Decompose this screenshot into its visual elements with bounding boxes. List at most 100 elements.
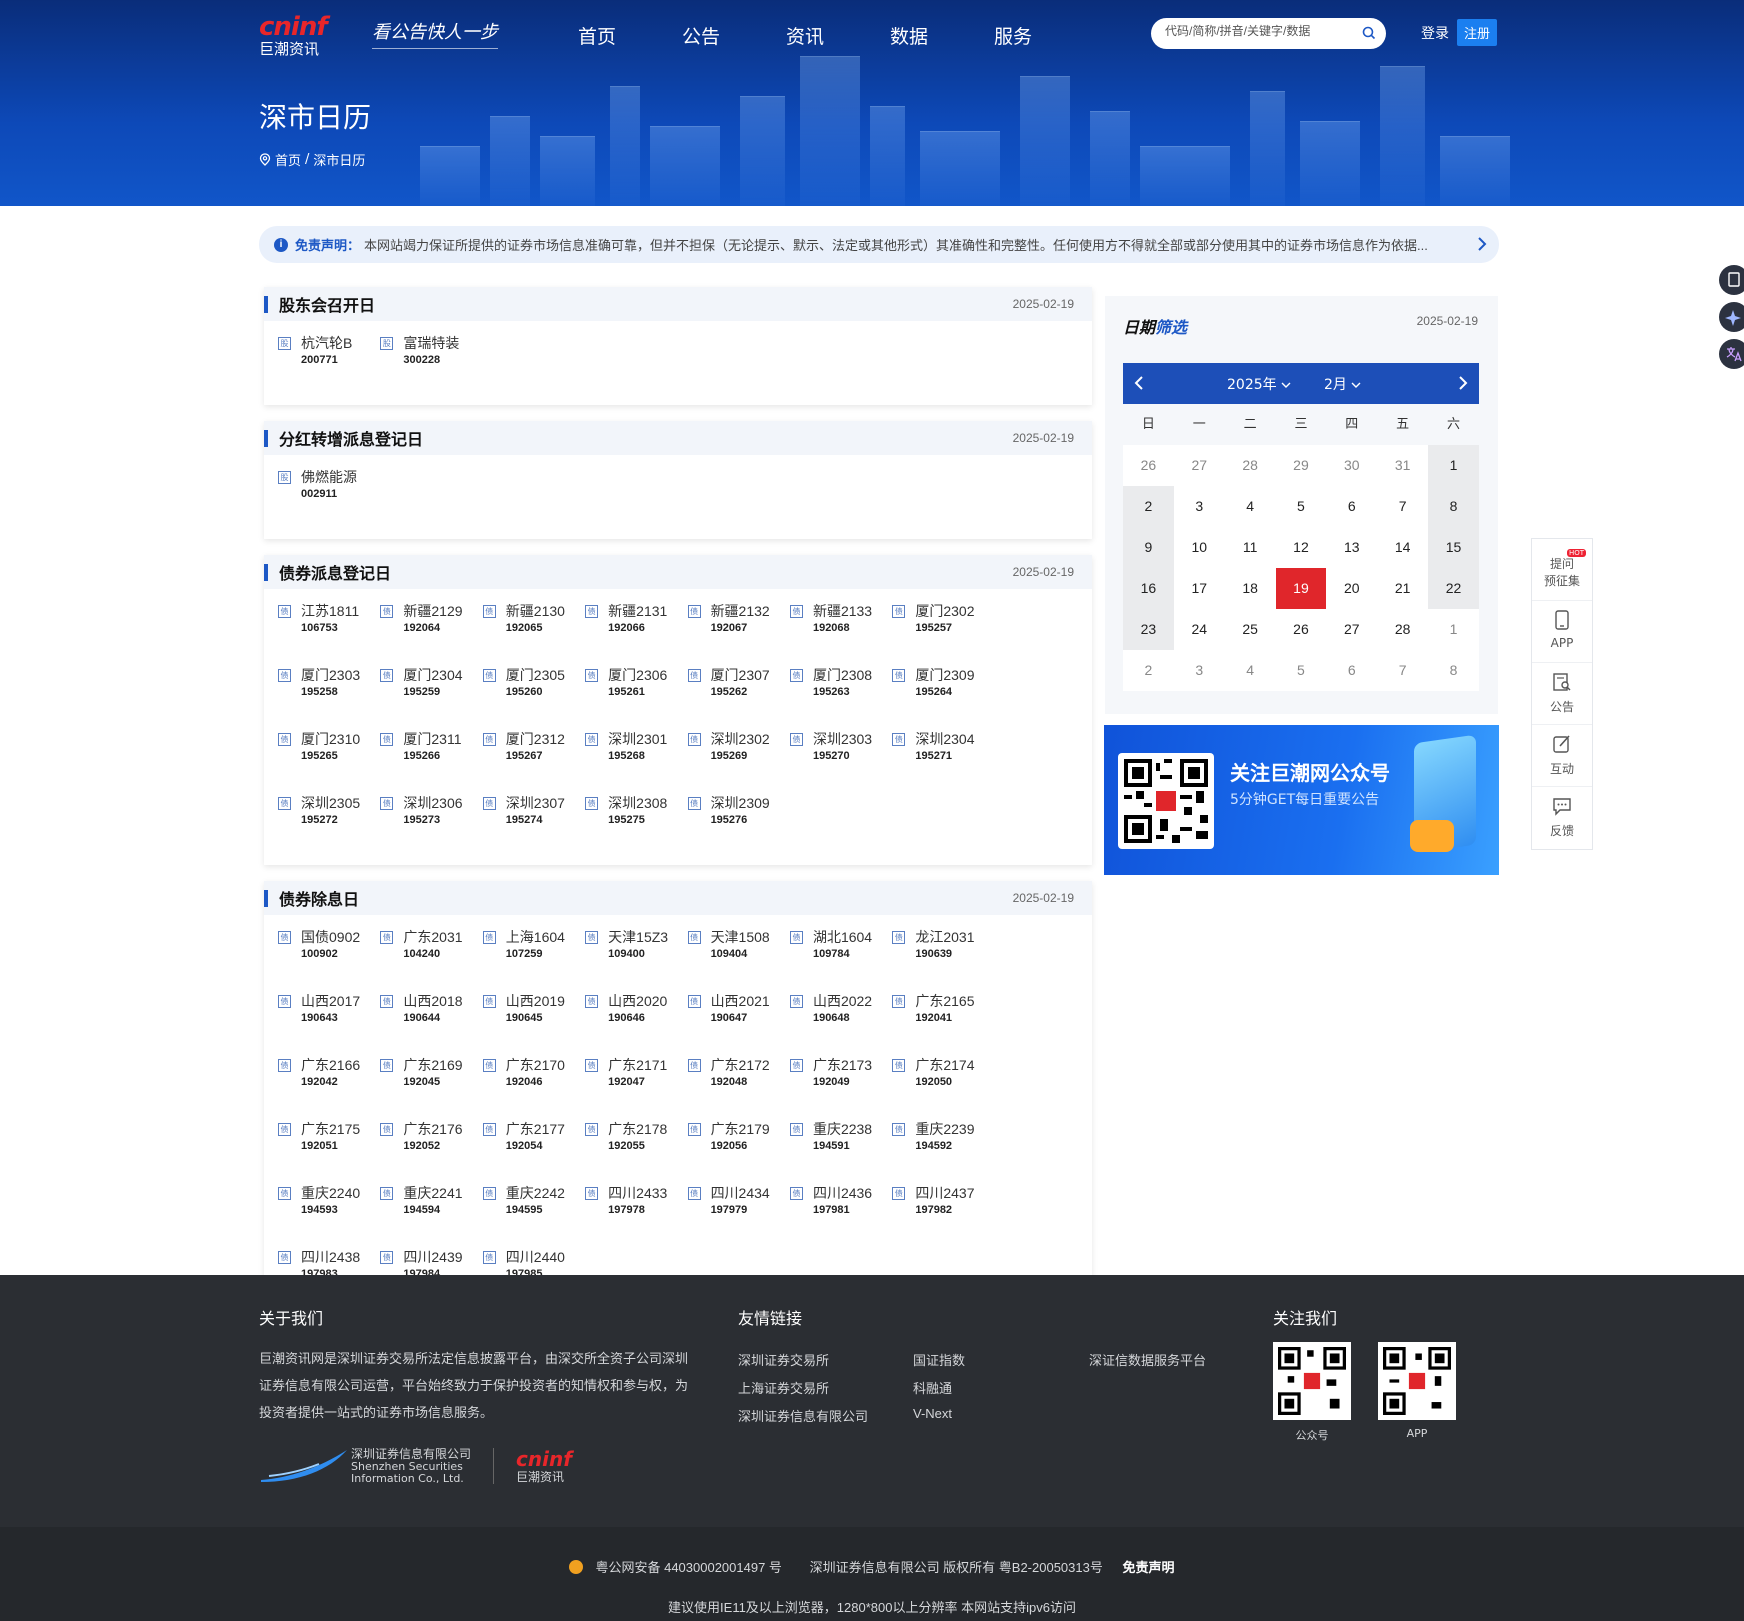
security-item[interactable]: 债四川2436 197981 — [789, 1183, 892, 1247]
security-item[interactable]: 债广东2177 192054 — [482, 1119, 585, 1183]
tool-app[interactable]: APP — [1532, 601, 1592, 663]
calendar-day[interactable]: 8 — [1428, 650, 1479, 691]
nav-announcements[interactable]: 公告 — [682, 22, 786, 49]
calendar-day[interactable]: 15 — [1428, 527, 1479, 568]
calendar-day[interactable]: 17 — [1173, 568, 1225, 609]
footer-link-cni[interactable]: 国证指数 — [913, 1350, 965, 1369]
security-item[interactable]: 债广东2170 192046 — [482, 1055, 585, 1119]
calendar-day[interactable]: 29 — [1275, 445, 1327, 486]
chevron-right-icon[interactable] — [1457, 375, 1469, 391]
security-item[interactable]: 债广东2179 192056 — [687, 1119, 790, 1183]
security-item[interactable]: 债厦门2309 195264 — [892, 665, 994, 729]
year-select[interactable]: 2025年 — [1227, 374, 1291, 394]
calendar-day[interactable]: 13 — [1326, 527, 1378, 568]
tool-interaction[interactable]: 互动 — [1532, 725, 1592, 787]
security-item[interactable]: 债广东2178 192055 — [585, 1119, 687, 1183]
security-item[interactable]: 债重庆2242 194595 — [482, 1183, 585, 1247]
security-item[interactable]: 股佛燃能源 002911 — [278, 467, 380, 531]
security-item[interactable]: 债广东2175 192051 — [278, 1119, 380, 1183]
chevron-left-icon[interactable] — [1133, 375, 1145, 391]
security-item[interactable]: 债厦门2303 195258 — [278, 665, 380, 729]
security-item[interactable]: 债新疆2133 192068 — [789, 601, 892, 665]
calendar-day[interactable]: 7 — [1377, 650, 1429, 691]
security-item[interactable]: 债厦门2312 195267 — [482, 729, 585, 793]
calendar-day[interactable]: 26 — [1123, 445, 1174, 486]
security-item[interactable]: 债湖北1604 109784 — [789, 927, 892, 991]
security-item[interactable]: 债广东2173 192049 — [789, 1055, 892, 1119]
security-item[interactable]: 债深圳2306 195273 — [380, 793, 482, 857]
calendar-day[interactable]: 26 — [1275, 609, 1327, 650]
security-item[interactable]: 债天津1508 109404 — [687, 927, 790, 991]
calendar-day[interactable]: 7 — [1377, 486, 1429, 527]
calendar-day[interactable]: 1 — [1428, 609, 1479, 650]
icp-record[interactable]: 粤公网安备 44030002001497 号 — [595, 1560, 781, 1575]
footer-link-ssi[interactable]: 深圳证券信息有限公司 — [738, 1406, 868, 1425]
calendar-day[interactable]: 8 — [1428, 486, 1479, 527]
calendar-day[interactable]: 5 — [1275, 486, 1327, 527]
security-item[interactable]: 债山西2021 190647 — [687, 991, 790, 1055]
security-item[interactable]: 债山西2019 190645 — [482, 991, 585, 1055]
security-item[interactable]: 债厦门2304 195259 — [380, 665, 482, 729]
security-item[interactable]: 债新疆2129 192064 — [380, 601, 482, 665]
wechat-follow-banner[interactable]: 关注巨潮网公众号 5分钟GET每日重要公告 — [1104, 725, 1499, 875]
search-icon[interactable] — [1362, 26, 1376, 40]
calendar-day[interactable]: 18 — [1224, 568, 1276, 609]
calendar-day[interactable]: 14 — [1377, 527, 1429, 568]
edge-translate-button[interactable] — [1719, 339, 1744, 369]
calendar-day[interactable]: 5 — [1275, 650, 1327, 691]
security-item[interactable]: 债广东2031 104240 — [380, 927, 482, 991]
nav-news[interactable]: 资讯 — [786, 22, 890, 49]
security-item[interactable]: 债厦门2311 195266 — [380, 729, 482, 793]
security-item[interactable]: 债重庆2241 194594 — [380, 1183, 482, 1247]
calendar-day[interactable]: 23 — [1123, 609, 1174, 650]
tool-question-collection[interactable]: HOT 提问 预征集 — [1532, 539, 1592, 601]
edge-document-button[interactable] — [1719, 265, 1744, 295]
security-item[interactable]: 债重庆2240 194593 — [278, 1183, 380, 1247]
security-item[interactable]: 债广东2171 192047 — [585, 1055, 687, 1119]
footer-link-kerongtong[interactable]: 科融通 — [913, 1378, 952, 1397]
month-select[interactable]: 2月 — [1324, 374, 1361, 394]
security-item[interactable]: 债山西2022 190648 — [789, 991, 892, 1055]
calendar-day[interactable]: 16 — [1123, 568, 1174, 609]
security-item[interactable]: 债重庆2239 194592 — [892, 1119, 994, 1183]
register-button[interactable]: 注册 — [1457, 19, 1498, 46]
calendar-day[interactable]: 11 — [1224, 527, 1276, 568]
security-item[interactable]: 债四川2437 197982 — [892, 1183, 994, 1247]
footer-link-vnext[interactable]: V-Next — [913, 1406, 952, 1421]
security-item[interactable]: 债深圳2305 195272 — [278, 793, 380, 857]
security-item[interactable]: 债深圳2303 195270 — [789, 729, 892, 793]
calendar-day[interactable]: 2 — [1123, 650, 1174, 691]
edge-ai-button[interactable] — [1719, 302, 1744, 332]
security-item[interactable]: 债深圳2307 195274 — [482, 793, 585, 857]
footer-link-sse[interactable]: 上海证券交易所 — [738, 1378, 829, 1397]
login-link[interactable]: 登录 — [1421, 23, 1449, 43]
security-item[interactable]: 债天津15Z3 109400 — [585, 927, 687, 991]
calendar-day[interactable]: 6 — [1326, 486, 1378, 527]
security-item[interactable]: 债新疆2131 192066 — [585, 601, 687, 665]
footer-link-data-platform[interactable]: 深证信数据服务平台 — [1089, 1350, 1206, 1369]
disclaimer-bar[interactable]: i 免责声明： 本网站竭力保证所提供的证券市场信息准确可靠，但并不担保（无论提示… — [259, 226, 1499, 263]
breadcrumb-home[interactable]: 首页 — [275, 150, 301, 169]
footer-link-szse[interactable]: 深圳证券交易所 — [738, 1350, 829, 1369]
security-item[interactable]: 债深圳2309 195276 — [687, 793, 790, 857]
calendar-day[interactable]: 12 — [1275, 527, 1327, 568]
calendar-day[interactable]: 22 — [1428, 568, 1479, 609]
calendar-day[interactable]: 10 — [1173, 527, 1225, 568]
security-item[interactable]: 债广东2174 192050 — [892, 1055, 994, 1119]
security-item[interactable]: 股富瑞特装 300228 — [380, 333, 482, 397]
tool-feedback[interactable]: 反馈 — [1532, 787, 1592, 849]
security-item[interactable]: 债厦门2310 195265 — [278, 729, 380, 793]
calendar-day[interactable]: 3 — [1173, 650, 1225, 691]
footer-disclaimer-link[interactable]: 免责声明 — [1122, 1560, 1174, 1575]
calendar-day[interactable]: 1 — [1428, 445, 1479, 486]
calendar-day[interactable]: 21 — [1377, 568, 1429, 609]
calendar-day[interactable]: 28 — [1224, 445, 1276, 486]
security-item[interactable]: 债广东2172 192048 — [687, 1055, 790, 1119]
tool-announcement[interactable]: 公告 — [1532, 663, 1592, 725]
security-item[interactable]: 债山西2017 190643 — [278, 991, 380, 1055]
calendar-day[interactable]: 6 — [1326, 650, 1378, 691]
calendar-day[interactable]: 28 — [1377, 609, 1429, 650]
nav-home[interactable]: 首页 — [578, 22, 682, 49]
calendar-day[interactable]: 24 — [1173, 609, 1225, 650]
security-item[interactable]: 债四川2433 197978 — [585, 1183, 687, 1247]
